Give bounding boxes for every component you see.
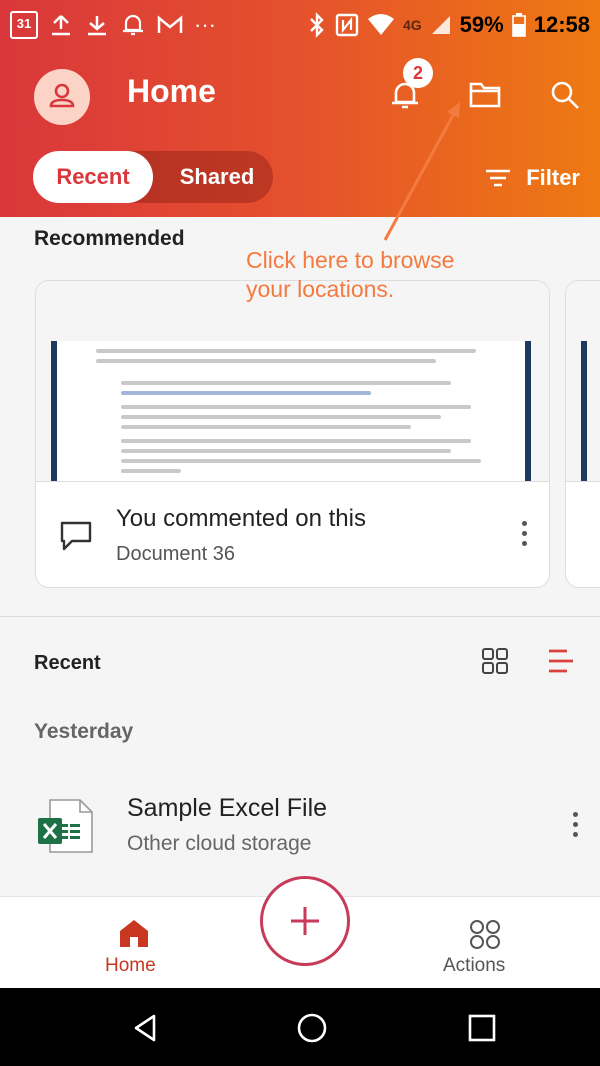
- network-type: 4G: [402, 17, 422, 33]
- actions-icon: [470, 920, 500, 949]
- signal-icon: [431, 16, 450, 34]
- gmail-icon: [157, 15, 183, 33]
- recents-icon[interactable]: [466, 1012, 498, 1044]
- recommended-card-partial[interactable]: [565, 280, 600, 588]
- card-subtitle: Document 36: [116, 543, 235, 565]
- document-preview: [51, 341, 531, 481]
- annotation-line-1: Click here to browse: [246, 247, 455, 273]
- system-nav-bar: [0, 988, 600, 1066]
- back-icon[interactable]: [130, 1012, 162, 1044]
- bell-icon: [123, 14, 143, 36]
- recommended-title: Recommended: [34, 227, 185, 250]
- file-name: Sample Excel File: [127, 794, 328, 822]
- nfc-icon: [335, 13, 359, 37]
- wifi-icon: [367, 14, 394, 35]
- profile-icon: [49, 83, 75, 108]
- create-new-button[interactable]: [260, 876, 350, 966]
- recent-title: Recent: [34, 652, 101, 674]
- bluetooth-icon: [310, 12, 324, 38]
- clock: 12:58: [533, 12, 590, 37]
- list-icon: [549, 649, 573, 673]
- page-title: Home: [127, 73, 216, 109]
- section-divider: [0, 616, 600, 617]
- folder-icon: [469, 82, 501, 108]
- tab-shared[interactable]: Shared: [161, 151, 273, 203]
- search-button[interactable]: [540, 70, 590, 120]
- battery-level: 59%: [459, 12, 504, 37]
- search-icon: [551, 81, 579, 109]
- download-icon: [88, 16, 106, 36]
- list-view-button[interactable]: [545, 645, 581, 681]
- browse-locations-button[interactable]: [460, 70, 510, 120]
- file-more-button[interactable]: [565, 812, 585, 837]
- document-thumbnail: [36, 281, 549, 482]
- file-row[interactable]: Sample Excel File Other cloud storage: [0, 770, 600, 880]
- annotation-line-2: your locations.: [246, 276, 395, 302]
- notification-badge: 2: [403, 58, 433, 88]
- filter-button[interactable]: Filter: [484, 160, 580, 196]
- filter-label: Filter: [526, 165, 580, 190]
- more-icon: ···: [194, 12, 216, 37]
- nav-home-label: Home: [105, 955, 156, 976]
- home-circle-icon[interactable]: [296, 1012, 328, 1044]
- card-title: You commented on this: [116, 505, 366, 532]
- status-right: 4G 59% 12:58: [307, 0, 590, 50]
- filter-icon: [486, 169, 511, 187]
- grid-view-button[interactable]: [479, 645, 515, 681]
- comment-icon: [60, 521, 92, 551]
- upload-icon: [52, 15, 70, 36]
- app-header: 31 ··· 4G 59% 12:58 Home 2 Recent Shared…: [0, 0, 600, 217]
- calendar-icon: 31: [10, 11, 38, 39]
- annotation-callout: Click here to browse your locations.: [246, 246, 454, 304]
- file-location: Other cloud storage: [127, 832, 312, 855]
- nav-home[interactable]: Home: [95, 917, 175, 987]
- grid-icon: [482, 648, 508, 674]
- card-more-button[interactable]: [514, 521, 534, 546]
- tab-recent[interactable]: Recent: [33, 151, 153, 203]
- excel-file-icon: [38, 799, 93, 853]
- home-icon: [120, 920, 148, 947]
- nav-actions-label: Actions: [443, 955, 506, 976]
- recommended-card[interactable]: You commented on this Document 36: [35, 280, 550, 588]
- battery-icon: [511, 13, 526, 37]
- group-yesterday: Yesterday: [34, 720, 134, 743]
- plus-icon: [291, 907, 319, 935]
- nav-actions[interactable]: Actions: [435, 917, 535, 987]
- avatar[interactable]: [34, 69, 90, 125]
- recent-shared-toggle: Recent Shared: [33, 151, 273, 203]
